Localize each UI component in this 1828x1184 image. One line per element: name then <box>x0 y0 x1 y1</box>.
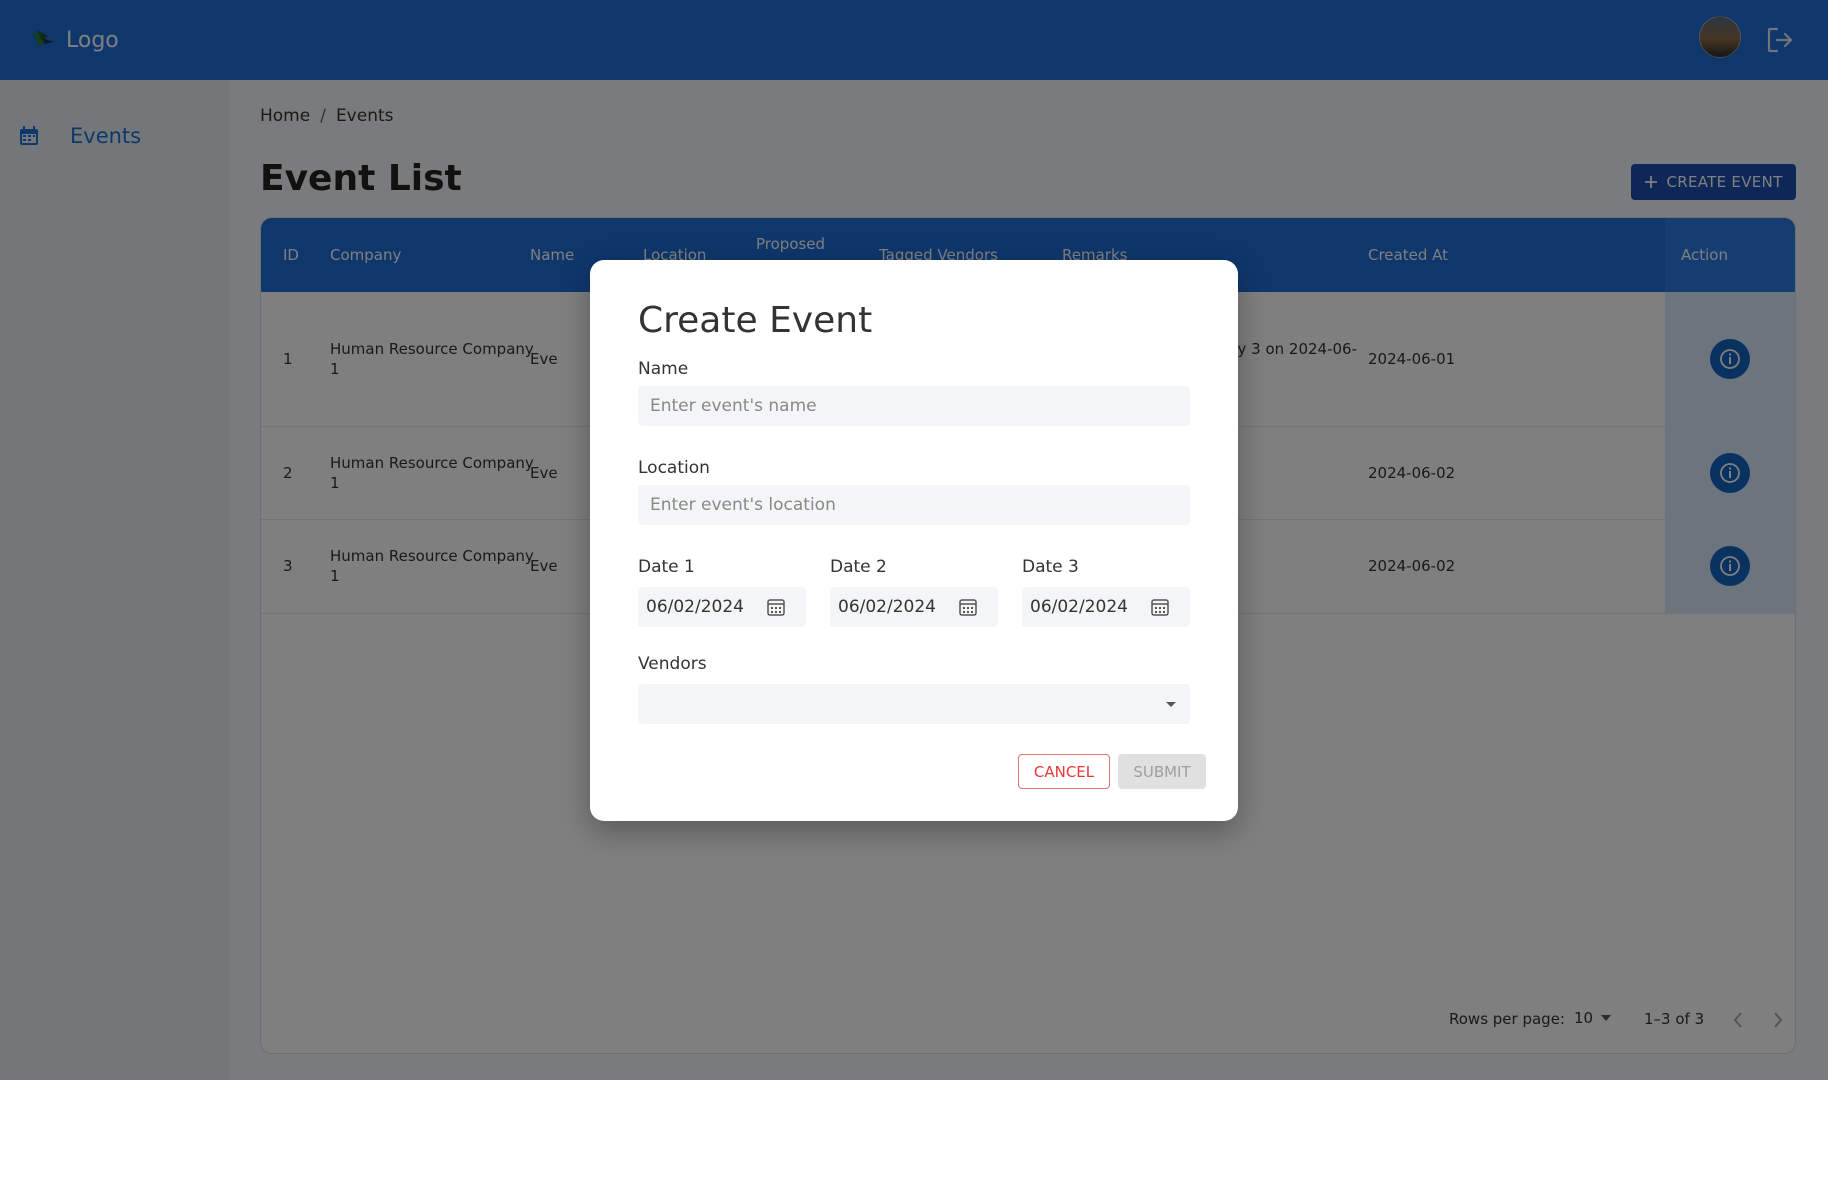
date3-label: Date 3 <box>1022 557 1079 577</box>
event-location-input[interactable] <box>638 485 1190 525</box>
date2-value: 06/02/2024 <box>838 597 936 617</box>
cancel-button[interactable]: CANCEL <box>1018 754 1110 789</box>
calendar-icon[interactable] <box>766 597 786 617</box>
date1-value: 06/02/2024 <box>646 597 744 617</box>
submit-button[interactable]: SUBMIT <box>1118 754 1206 789</box>
event-name-input[interactable] <box>638 386 1190 426</box>
date1-input[interactable]: 06/02/2024 <box>638 587 806 627</box>
calendar-icon[interactable] <box>958 597 978 617</box>
vendors-label: Vendors <box>638 654 707 674</box>
date2-input[interactable]: 06/02/2024 <box>830 587 998 627</box>
create-event-dialog: Create Event Name Location Date 1 06/02/… <box>590 260 1238 821</box>
vendors-select[interactable] <box>638 684 1190 724</box>
date2-label: Date 2 <box>830 557 887 577</box>
calendar-icon[interactable] <box>1150 597 1170 617</box>
dialog-title: Create Event <box>638 300 873 341</box>
date3-input[interactable]: 06/02/2024 <box>1022 587 1190 627</box>
date1-label: Date 1 <box>638 557 695 577</box>
location-label: Location <box>638 458 710 478</box>
app-root: Logo Events Home / Events Eve <box>0 0 1828 1080</box>
chevron-down-icon <box>1166 702 1176 707</box>
date3-value: 06/02/2024 <box>1030 597 1128 617</box>
name-label: Name <box>638 359 689 379</box>
